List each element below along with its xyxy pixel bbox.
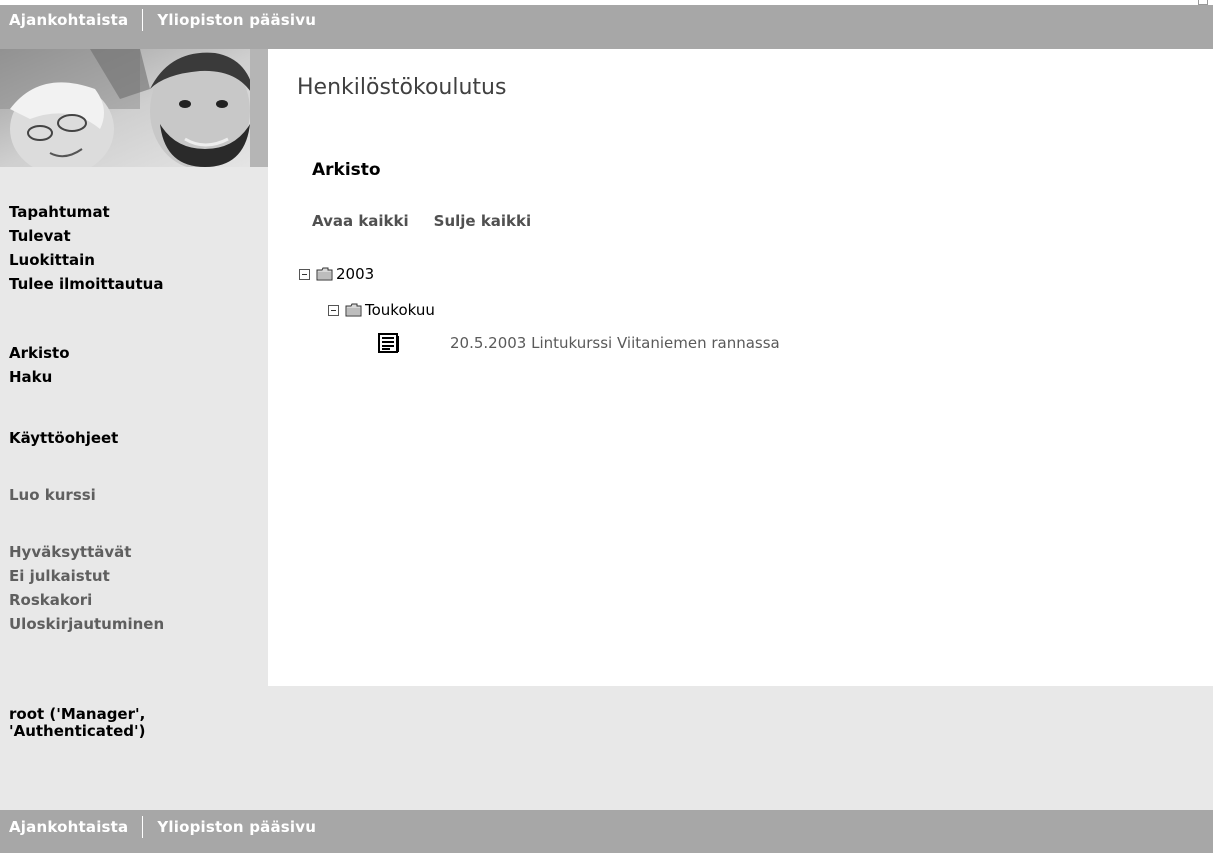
sidebar-item-luo-kurssi[interactable]: Luo kurssi [9,483,96,507]
bottom-nav-link-news[interactable]: Ajankohtaista [9,818,128,836]
header-photo [0,49,268,167]
collapse-toggle-icon[interactable] [328,304,339,316]
sidebar-item-ei-julkaistut[interactable]: Ei julkaistut [9,564,164,588]
tree-node-year: 2003 [299,265,374,283]
sidebar-item-luokittain[interactable]: Luokittain [9,248,163,272]
sidebar-item-haku[interactable]: Haku [9,365,70,389]
folder-icon [345,303,362,317]
top-navbar: Ajankohtaista Yliopiston pääsivu [0,0,1213,49]
top-nav-separator [142,9,144,31]
tree-node-item: 20.5.2003 Lintukurssi Viitaniemen rannas… [378,333,780,353]
folder-icon [316,267,333,281]
tree-month-label[interactable]: Toukokuu [365,301,435,319]
section-title: Arkisto [312,160,381,180]
sidebar-help-group: Käyttöohjeet [9,426,118,450]
sidebar-item-roskakori[interactable]: Roskakori [9,588,164,612]
sidebar-item-uloskirjautuminen[interactable]: Uloskirjautuminen [9,612,164,636]
bottom-nav-links: Ajankohtaista Yliopiston pääsivu [9,810,316,853]
bottom-nav-separator [142,816,144,838]
top-nav-links: Ajankohtaista Yliopiston pääsivu [9,5,316,49]
sidebar-create-group: Luo kurssi [9,483,96,507]
collapse-all-link[interactable]: Sulje kaikki [434,212,532,230]
sidebar-item-arkisto[interactable]: Arkisto [9,341,70,365]
sidebar: Tapahtumat Tulevat Luokittain Tulee ilmo… [0,49,268,686]
document-icon [378,333,399,353]
sidebar-item-tulee-ilmoittautua[interactable]: Tulee ilmoittautua [9,272,163,296]
corner-icon [1198,0,1208,5]
sidebar-events-group: Tapahtumat Tulevat Luokittain Tulee ilmo… [9,200,163,296]
tree-year-label[interactable]: 2003 [336,265,374,283]
top-nav-link-university-home[interactable]: Yliopiston pääsivu [157,11,316,29]
people-photo-image [0,49,268,167]
sidebar-item-tapahtumat[interactable]: Tapahtumat [9,200,163,224]
sidebar-item-kayttoohjeet[interactable]: Käyttöohjeet [9,426,118,450]
footer-area: root ('Manager', 'Authenticated') [0,686,1213,810]
tree-node-month: Toukokuu [328,301,435,319]
collapse-toggle-icon[interactable] [299,268,310,280]
bottom-navbar: Ajankohtaista Yliopiston pääsivu [0,810,1213,853]
sidebar-archive-group: Arkisto Haku [9,341,70,389]
main-content: Henkilöstökoulutus Arkisto Avaa kaikki Su… [268,49,1213,686]
expand-all-link[interactable]: Avaa kaikki [312,212,409,230]
archive-item-link[interactable]: 20.5.2003 Lintukurssi Viitaniemen rannas… [450,334,780,352]
top-nav-link-news[interactable]: Ajankohtaista [9,11,128,29]
sidebar-admin-group: Hyväksyttävät Ei julkaistut Roskakori Ul… [9,540,164,636]
user-role-info: root ('Manager', 'Authenticated') [9,705,146,740]
tree-actions: Avaa kaikki Sulje kaikki [312,212,531,230]
bottom-nav-link-university-home[interactable]: Yliopiston pääsivu [157,818,316,836]
sidebar-item-tulevat[interactable]: Tulevat [9,224,163,248]
sidebar-item-hyvaksyttavat[interactable]: Hyväksyttävät [9,540,164,564]
page-title: Henkilöstökoulutus [297,75,507,100]
